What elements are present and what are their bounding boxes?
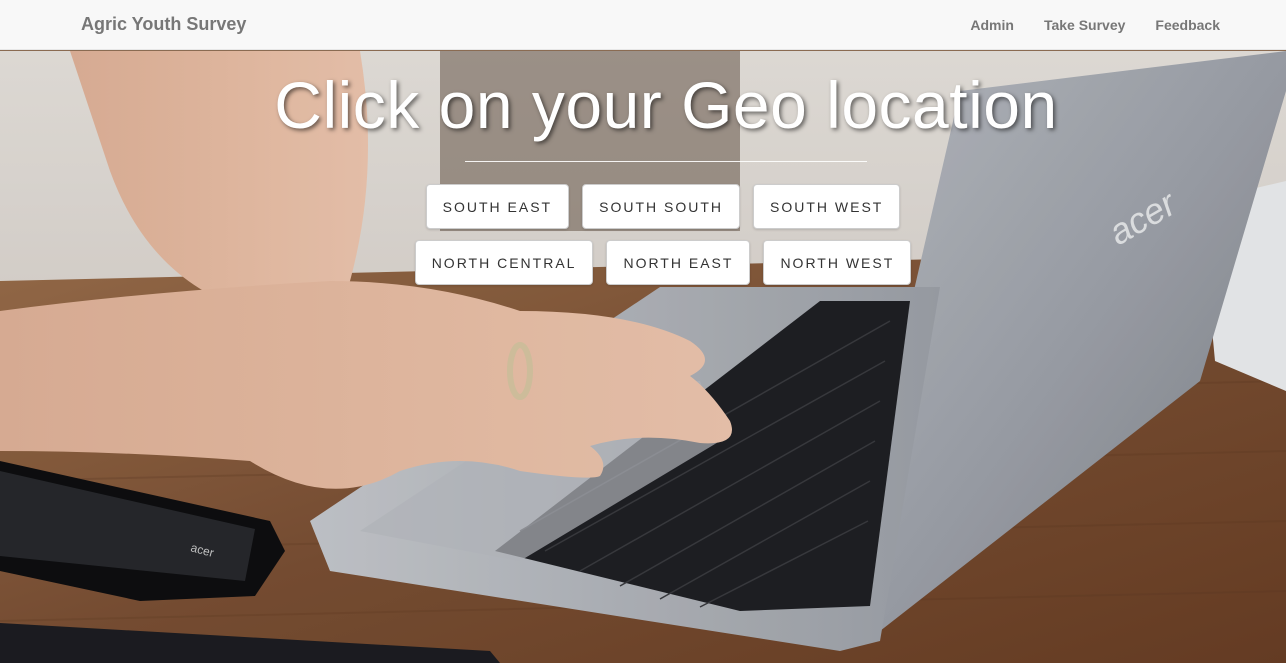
heading-divider bbox=[465, 161, 867, 162]
north-east-button[interactable]: NORTH EAST bbox=[606, 240, 751, 285]
north-west-button[interactable]: NORTH WEST bbox=[763, 240, 912, 285]
north-central-button[interactable]: NORTH CENTRAL bbox=[414, 240, 594, 285]
south-south-button[interactable]: SOUTH SOUTH bbox=[582, 184, 740, 229]
nav-link-admin[interactable]: Admin bbox=[970, 17, 1014, 33]
nav-link-take-survey[interactable]: Take Survey bbox=[1044, 17, 1125, 33]
page-heading: Click on your Geo location bbox=[274, 68, 1058, 142]
region-buttons-row-2: NORTH CENTRAL NORTH EAST NORTH WEST bbox=[0, 240, 1286, 285]
navbar: Agric Youth Survey Admin Take Survey Fee… bbox=[0, 0, 1286, 50]
south-east-button[interactable]: SOUTH EAST bbox=[425, 184, 570, 229]
south-west-button[interactable]: SOUTH WEST bbox=[753, 184, 901, 229]
region-buttons-row-1: SOUTH EAST SOUTH SOUTH SOUTH WEST bbox=[0, 184, 1286, 229]
nav-links: Admin Take Survey Feedback bbox=[970, 17, 1220, 33]
nav-link-feedback[interactable]: Feedback bbox=[1155, 17, 1220, 33]
brand-link[interactable]: Agric Youth Survey bbox=[81, 14, 246, 35]
